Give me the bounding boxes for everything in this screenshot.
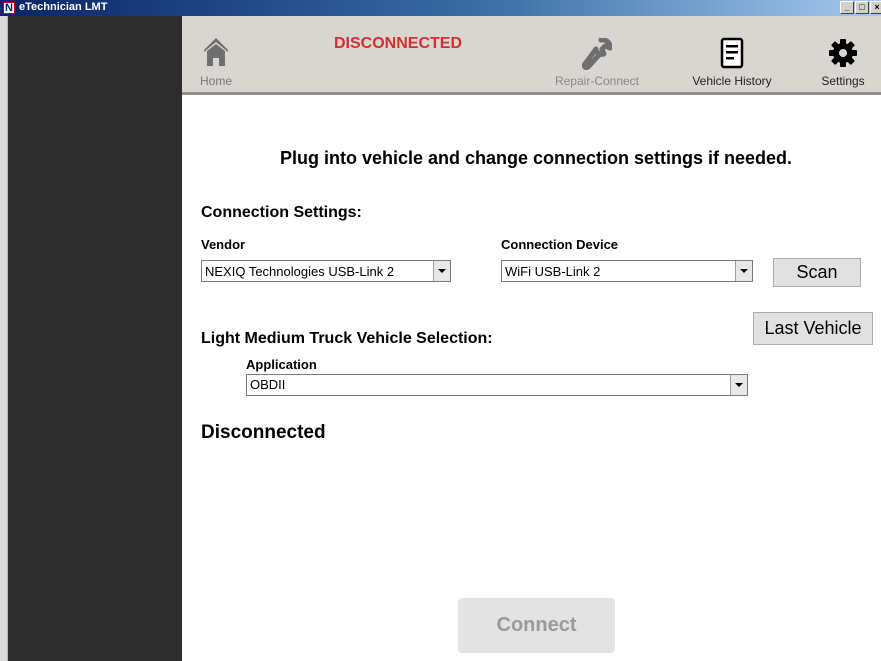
application-label: Application	[246, 357, 317, 372]
vehicle-selection-title: Light Medium Truck Vehicle Selection:	[201, 330, 493, 347]
vendor-select[interactable]: NEXIQ Technologies USB-Link 2	[201, 260, 451, 282]
dropdown-arrow-icon[interactable]	[735, 261, 752, 281]
repair-connect-button[interactable]: Repair-Connect	[542, 16, 652, 94]
app-logo-icon: N	[3, 2, 15, 14]
document-icon	[720, 37, 744, 69]
application-value: OBDII	[250, 377, 286, 392]
last-vehicle-button[interactable]: Last Vehicle	[753, 312, 873, 345]
connection-settings-title: Connection Settings:	[201, 204, 362, 221]
main-content: Plug into vehicle and change connection …	[182, 95, 881, 661]
minimize-button[interactable]: _	[840, 1, 854, 14]
gear-icon	[829, 39, 857, 67]
connection-status-text: Disconnected	[201, 422, 326, 443]
dropdown-arrow-icon[interactable]	[433, 261, 450, 281]
page-heading: Plug into vehicle and change connection …	[279, 148, 793, 168]
connection-device-select[interactable]: WiFi USB-Link 2	[501, 260, 753, 282]
home-label: Home	[199, 74, 232, 88]
repair-connect-label: Repair-Connect	[554, 74, 640, 88]
home-button[interactable]: Home	[194, 16, 238, 94]
connect-button[interactable]: Connect	[458, 598, 615, 653]
maximize-button[interactable]: □	[855, 1, 869, 14]
wrench-icon	[582, 38, 612, 70]
vehicle-history-label: Vehicle History	[692, 74, 772, 88]
connection-status-badge: DISCONNECTED	[334, 35, 463, 52]
title-bar: N eTechnician LMT _ □ ×	[0, 0, 881, 16]
dropdown-arrow-icon[interactable]	[730, 375, 747, 395]
vendor-value: NEXIQ Technologies USB-Link 2	[205, 264, 395, 279]
settings-label: Settings	[821, 74, 865, 88]
window-left-edge	[0, 16, 8, 661]
vendor-label: Vendor	[201, 237, 246, 252]
connection-device-label: Connection Device	[501, 237, 619, 252]
vehicle-history-button[interactable]: Vehicle History	[682, 16, 782, 94]
application-select[interactable]: OBDII	[246, 374, 748, 396]
scan-button[interactable]: Scan	[773, 258, 861, 287]
connection-device-value: WiFi USB-Link 2	[505, 264, 601, 279]
settings-button[interactable]: Settings	[815, 16, 871, 94]
home-icon	[204, 38, 228, 66]
toolbar: Home DISCONNECTED Repair-Connect Vehicle…	[182, 16, 881, 95]
sidebar-panel	[8, 16, 182, 661]
window-title: eTechnician LMT	[19, 1, 108, 13]
close-button[interactable]: ×	[870, 1, 881, 14]
